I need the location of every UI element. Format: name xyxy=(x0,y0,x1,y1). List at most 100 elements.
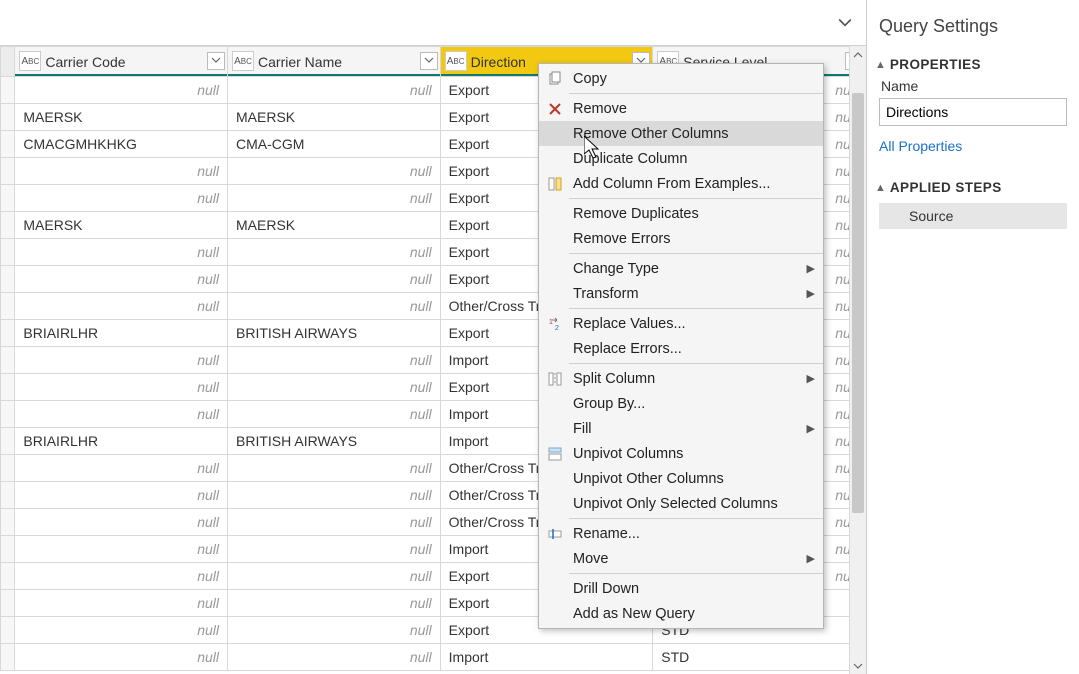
menu-remove-other-columns[interactable]: Remove Other Columns xyxy=(539,121,823,146)
scroll-track[interactable] xyxy=(850,63,866,657)
cell-carrier-name[interactable]: null xyxy=(228,455,441,482)
cell-carrier-name[interactable]: null xyxy=(228,293,441,320)
cell-carrier-name[interactable]: null xyxy=(228,266,441,293)
properties-section-header[interactable]: ▲ PROPERTIES xyxy=(875,57,1067,72)
row-index-cell[interactable] xyxy=(1,509,15,536)
cell-carrier-code[interactable]: null xyxy=(15,266,228,293)
cell-carrier-code[interactable]: MAERSK xyxy=(15,104,228,131)
cell-direction[interactable]: Import xyxy=(440,644,653,671)
cell-carrier-code[interactable]: CMACGMHKHKG xyxy=(15,131,228,158)
scroll-thumb[interactable] xyxy=(852,93,864,513)
row-index-cell[interactable] xyxy=(1,293,15,320)
scroll-up-button[interactable] xyxy=(850,46,866,63)
row-index-cell[interactable] xyxy=(1,212,15,239)
row-index-cell[interactable] xyxy=(1,320,15,347)
vertical-scrollbar[interactable] xyxy=(849,46,866,674)
cell-carrier-name[interactable]: null xyxy=(228,158,441,185)
filter-button[interactable] xyxy=(420,52,438,70)
menu-rename[interactable]: Rename... xyxy=(539,521,823,546)
row-index-cell[interactable] xyxy=(1,536,15,563)
row-index-cell[interactable] xyxy=(1,563,15,590)
cell-carrier-name[interactable]: null xyxy=(228,77,441,104)
row-index-cell[interactable] xyxy=(1,590,15,617)
cell-carrier-code[interactable]: null xyxy=(15,536,228,563)
cell-carrier-name[interactable]: null xyxy=(228,644,441,671)
cell-carrier-name[interactable]: null xyxy=(228,590,441,617)
menu-copy[interactable]: Copy xyxy=(539,66,823,91)
row-index-cell[interactable] xyxy=(1,617,15,644)
cell-carrier-name[interactable]: null xyxy=(228,617,441,644)
cell-carrier-name[interactable]: MAERSK xyxy=(228,104,441,131)
menu-group-by[interactable]: Group By... xyxy=(539,391,823,416)
row-index-cell[interactable] xyxy=(1,482,15,509)
cell-carrier-name[interactable]: null xyxy=(228,509,441,536)
cell-service[interactable]: STD xyxy=(653,644,866,671)
menu-change-type[interactable]: Change Type ▶ xyxy=(539,256,823,281)
applied-steps-section-header[interactable]: ▲ APPLIED STEPS xyxy=(875,180,1067,195)
row-index-cell[interactable] xyxy=(1,185,15,212)
row-index-header[interactable] xyxy=(1,47,15,77)
menu-fill[interactable]: Fill ▶ xyxy=(539,416,823,441)
menu-add-column-from-examples[interactable]: Add Column From Examples... xyxy=(539,171,823,196)
cell-carrier-code[interactable]: null xyxy=(15,185,228,212)
menu-replace-errors[interactable]: Replace Errors... xyxy=(539,336,823,361)
column-header-carrier-name[interactable]: ABC Carrier Name xyxy=(228,47,441,77)
scroll-down-button[interactable] xyxy=(850,657,866,674)
cell-carrier-name[interactable]: null xyxy=(228,482,441,509)
menu-unpivot-columns[interactable]: Unpivot Columns xyxy=(539,441,823,466)
all-properties-link[interactable]: All Properties xyxy=(879,138,1067,154)
cell-carrier-name[interactable]: null xyxy=(228,239,441,266)
cell-carrier-code[interactable]: null xyxy=(15,293,228,320)
menu-unpivot-other-columns[interactable]: Unpivot Other Columns xyxy=(539,466,823,491)
cell-carrier-name[interactable]: MAERSK xyxy=(228,212,441,239)
row-index-cell[interactable] xyxy=(1,104,15,131)
cell-carrier-code[interactable]: null xyxy=(15,374,228,401)
cell-carrier-code[interactable]: null xyxy=(15,644,228,671)
cell-carrier-code[interactable]: null xyxy=(15,239,228,266)
row-index-cell[interactable] xyxy=(1,347,15,374)
cell-carrier-code[interactable]: null xyxy=(15,509,228,536)
cell-carrier-name[interactable]: null xyxy=(228,347,441,374)
menu-add-as-new-query[interactable]: Add as New Query xyxy=(539,601,823,626)
menu-remove-errors[interactable]: Remove Errors xyxy=(539,226,823,251)
menu-move[interactable]: Move ▶ xyxy=(539,546,823,571)
cell-carrier-code[interactable]: null xyxy=(15,617,228,644)
cell-carrier-code[interactable]: null xyxy=(15,563,228,590)
cell-carrier-name[interactable]: BRITISH AIRWAYS xyxy=(228,320,441,347)
cell-carrier-code[interactable]: null xyxy=(15,455,228,482)
menu-transform[interactable]: Transform ▶ xyxy=(539,281,823,306)
menu-remove[interactable]: Remove xyxy=(539,96,823,121)
row-index-cell[interactable] xyxy=(1,131,15,158)
cell-carrier-name[interactable]: null xyxy=(228,185,441,212)
row-index-cell[interactable] xyxy=(1,374,15,401)
cell-carrier-name[interactable]: null xyxy=(228,401,441,428)
cell-carrier-code[interactable]: BRIAIRLHR xyxy=(15,320,228,347)
row-index-cell[interactable] xyxy=(1,401,15,428)
row-index-cell[interactable] xyxy=(1,77,15,104)
cell-carrier-name[interactable]: CMA-CGM xyxy=(228,131,441,158)
expand-formula-bar-button[interactable] xyxy=(832,10,858,36)
cell-carrier-name[interactable]: null xyxy=(228,536,441,563)
cell-carrier-code[interactable]: null xyxy=(15,158,228,185)
menu-unpivot-only-selected[interactable]: Unpivot Only Selected Columns xyxy=(539,491,823,516)
cell-carrier-code[interactable]: null xyxy=(15,77,228,104)
row-index-cell[interactable] xyxy=(1,644,15,671)
menu-drill-down[interactable]: Drill Down xyxy=(539,576,823,601)
filter-button[interactable] xyxy=(207,52,225,70)
cell-carrier-code[interactable]: BRIAIRLHR xyxy=(15,428,228,455)
row-index-cell[interactable] xyxy=(1,239,15,266)
row-index-cell[interactable] xyxy=(1,455,15,482)
menu-replace-values[interactable]: 12 Replace Values... xyxy=(539,311,823,336)
applied-step-source[interactable]: Source xyxy=(879,203,1067,229)
cell-carrier-code[interactable]: null xyxy=(15,347,228,374)
cell-carrier-name[interactable]: null xyxy=(228,563,441,590)
cell-carrier-code[interactable]: null xyxy=(15,482,228,509)
menu-split-column[interactable]: Split Column ▶ xyxy=(539,366,823,391)
row-index-cell[interactable] xyxy=(1,428,15,455)
cell-carrier-name[interactable]: BRITISH AIRWAYS xyxy=(228,428,441,455)
menu-remove-duplicates[interactable]: Remove Duplicates xyxy=(539,201,823,226)
query-name-input[interactable] xyxy=(879,98,1067,126)
cell-carrier-name[interactable]: null xyxy=(228,374,441,401)
cell-carrier-code[interactable]: null xyxy=(15,401,228,428)
column-header-carrier-code[interactable]: ABC Carrier Code xyxy=(15,47,228,77)
